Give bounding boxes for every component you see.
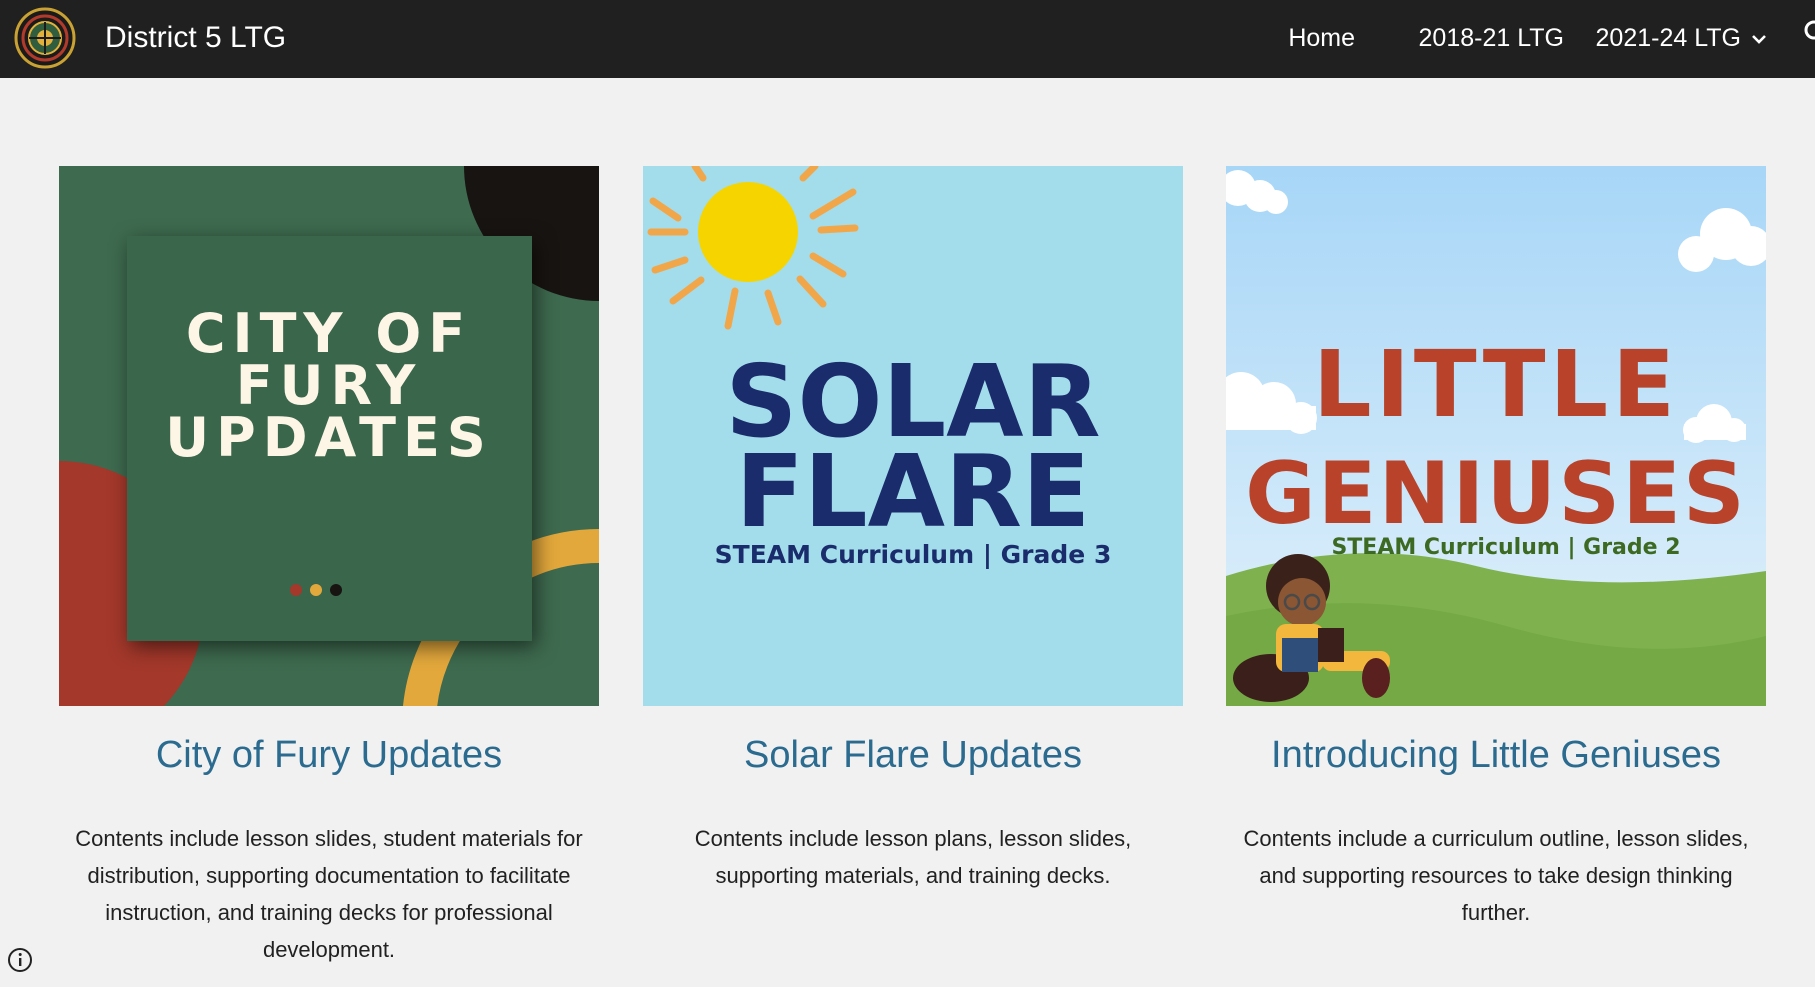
- site-title[interactable]: District 5 LTG: [105, 20, 286, 56]
- image-heading-line-2: GENIUSES: [1245, 444, 1747, 544]
- chevron-down-icon[interactable]: [1751, 32, 1767, 46]
- card-description-little-geniuses: Contents include a curriculum outline, l…: [1243, 826, 1749, 925]
- card-city-of-fury: CITY OF FURY UPDATES City of Fury Update…: [59, 166, 599, 968]
- image-heading-line-1: LITTLE: [1313, 331, 1679, 438]
- district-logo-icon[interactable]: [14, 7, 76, 69]
- solar-flare-image[interactable]: SOLAR FLARE STEAM Curriculum | Grade 3: [643, 166, 1183, 706]
- card-description-city-of-fury: Contents include lesson slides, student …: [75, 826, 583, 962]
- little-geniuses-image[interactable]: LITTLE GENIUSES STEAM Curriculum | Grade…: [1226, 166, 1766, 706]
- card-title-solar-flare[interactable]: Solar Flare Updates: [643, 732, 1183, 778]
- nav-home[interactable]: Home: [1288, 22, 1355, 54]
- site-header: District 5 LTG Home 2018-21 LTG 2021-24 …: [0, 0, 1815, 78]
- search-icon[interactable]: [1801, 19, 1815, 45]
- image-heading-line-2: FLARE: [736, 433, 1091, 550]
- image-subtitle: STEAM Curriculum | Grade 2: [1331, 535, 1680, 560]
- city-of-fury-image[interactable]: CITY OF FURY UPDATES: [59, 166, 599, 706]
- card-little-geniuses: LITTLE GENIUSES STEAM Curriculum | Grade…: [1226, 166, 1766, 931]
- image-subtitle: STEAM Curriculum | Grade 3: [715, 540, 1112, 569]
- card-description-solar-flare: Contents include lesson plans, lesson sl…: [694, 826, 1132, 888]
- card-solar-flare: SOLAR FLARE STEAM Curriculum | Grade 3 S…: [643, 166, 1183, 894]
- nav-2018-21-ltg[interactable]: 2018-21 LTG: [1419, 22, 1564, 54]
- card-title-city-of-fury[interactable]: City of Fury Updates: [59, 732, 599, 778]
- card-title-little-geniuses[interactable]: Introducing Little Geniuses: [1226, 732, 1766, 778]
- nav-2021-24-ltg[interactable]: 2021-24 LTG: [1596, 22, 1741, 54]
- info-icon[interactable]: [0, 940, 42, 982]
- site-info-button[interactable]: [0, 940, 42, 982]
- image-heading-line-3: UPDATES: [165, 406, 492, 469]
